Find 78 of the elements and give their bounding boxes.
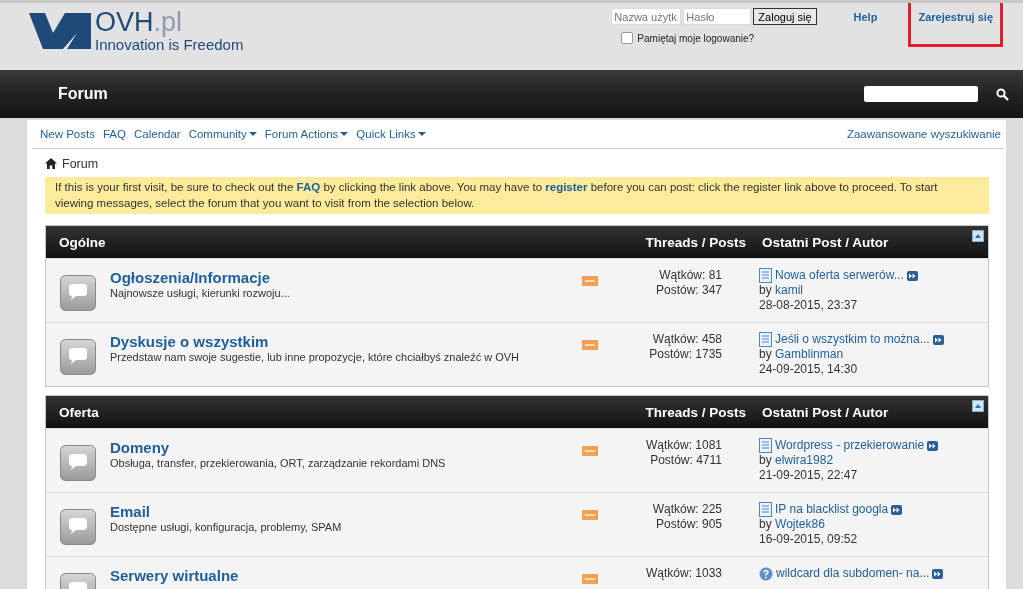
by-label: by	[759, 517, 772, 531]
subnav-link[interactable]: FAQ	[102, 128, 126, 140]
logo-icon	[27, 11, 93, 51]
last-post-link[interactable]: IP na blacklist googla	[775, 502, 889, 517]
forum-title[interactable]: Dyskusje o wszystkim	[110, 333, 582, 350]
last-post-link[interactable]: Jeśli o wszystkim to można...	[775, 332, 930, 347]
thread-count: Wątków: 458	[651, 332, 722, 347]
last-post-link[interactable]: Wordpress - przekierowanie	[775, 438, 925, 453]
header-link[interactable]: Zarejestruj się	[908, 3, 1003, 47]
notice-text: If this is your first visit, be sure to check out the FAQ by clicking the link above. You may have to register before you can post: click the register link above to proceed. To start viewing messages, select the forum that you want to visit from the selection below.	[45, 177, 989, 214]
post-date: 21-09-2015, 22:47	[759, 468, 859, 483]
password-field[interactable]: Hasło	[683, 8, 752, 25]
post-date: 16-09-2015, 09:52	[759, 532, 859, 547]
caret-icon	[417, 132, 426, 136]
go-to-post-icon[interactable]	[891, 504, 903, 515]
post-date: 28-08-2015, 23:37	[759, 298, 859, 313]
username-field[interactable]: Nazwa użytk	[611, 8, 682, 25]
post-count: Postów: 347	[654, 283, 722, 298]
search-field[interactable]	[864, 86, 978, 102]
navbar-title[interactable]: Forum	[58, 85, 108, 103]
author-link[interactable]: elwira1982	[775, 453, 834, 467]
remember-label: Pamiętaj moje logowanie?	[637, 32, 755, 44]
go-to-post-icon[interactable]	[906, 270, 918, 281]
thread-count: Wątków: 1081	[644, 438, 722, 453]
home-icon[interactable]	[45, 158, 57, 169]
author-link[interactable]: Wojtek86	[775, 517, 825, 531]
section-title: Ogólne	[59, 234, 107, 250]
thread-count: Wątków: 1033	[644, 566, 722, 581]
forum-description: Obsługa, transfer, przekierowania, ORT, zarządzanie rekordami DNS	[110, 457, 447, 469]
section-title: Oferta	[59, 404, 100, 420]
forum-title[interactable]: Domeny	[110, 439, 582, 456]
go-to-post-icon[interactable]	[932, 334, 944, 345]
subnav-link[interactable]: New Posts	[40, 128, 95, 140]
forum-description: Najnowsze usługi, kierunki rozwoju...	[110, 287, 291, 299]
by-label: by	[759, 453, 772, 467]
collapse-icon[interactable]	[972, 400, 984, 412]
column-heading: Ostatni Post / Autor	[762, 404, 890, 420]
go-to-post-icon[interactable]	[927, 440, 939, 451]
tagline: Innovation is Freedom	[95, 36, 244, 53]
caret-icon	[340, 132, 349, 136]
subnav-link[interactable]: Calendar	[134, 128, 181, 140]
remember-checkbox[interactable]	[621, 32, 634, 44]
subnav-link[interactable]: Community	[188, 128, 257, 140]
caret-icon	[248, 132, 257, 136]
post-count: Postów: 1735	[648, 347, 722, 362]
forum-title[interactable]: Ogłoszenia/Informacje	[110, 269, 582, 286]
forum-description: Dostępne usługi, konfiguracja, problemy, SPAM	[110, 521, 343, 533]
subnav-link[interactable]: Quick Links	[356, 128, 426, 140]
author-link[interactable]: kamil	[775, 283, 804, 297]
forum-icon[interactable]	[60, 339, 96, 375]
column-heading: Threads / Posts	[644, 234, 746, 250]
search-icon[interactable]	[996, 87, 1009, 101]
go-to-post-icon[interactable]	[932, 568, 944, 579]
by-label: by	[759, 347, 772, 361]
post-count: Postów: 4711	[649, 453, 722, 468]
forum-description: Przedstaw nam swoje sugestie, lub inne propozycje, które chciałbyś znaleźć w OVH	[110, 351, 521, 363]
logo-name: OVH.pl	[95, 9, 184, 36]
column-heading: Threads / Posts	[644, 404, 746, 420]
thread-count: Wątków: 81	[658, 268, 722, 283]
forum-icon[interactable]	[60, 509, 96, 545]
forum-icon[interactable]	[60, 275, 96, 311]
column-heading: Ostatni Post / Autor	[762, 234, 890, 250]
advanced-search-link[interactable]: Zaawansowane wyszukiwanie	[846, 128, 1001, 140]
by-label: by	[759, 283, 772, 297]
post-count: Postów: 905	[654, 517, 722, 532]
post-date: 24-09-2015, 14:30	[759, 362, 859, 377]
forum-title[interactable]: Email	[110, 503, 582, 520]
last-post-link[interactable]: Nowa oferta serwerów...	[775, 268, 904, 283]
author-link[interactable]: Gamblinman	[775, 347, 844, 361]
thread-count: Wątków: 225	[651, 502, 722, 517]
collapse-icon[interactable]	[972, 230, 984, 242]
login-button[interactable]: Zaloguj się	[753, 8, 817, 25]
forum-title[interactable]: Serwery wirtualne	[110, 567, 582, 584]
last-post-link[interactable]: wildcard dla subdomen- na...	[776, 566, 930, 581]
subnav-link[interactable]: Forum Actions	[264, 128, 349, 140]
breadcrumb-text[interactable]: Forum	[62, 156, 99, 171]
forum-icon[interactable]	[60, 445, 96, 481]
header-link[interactable]: Help	[842, 3, 889, 47]
